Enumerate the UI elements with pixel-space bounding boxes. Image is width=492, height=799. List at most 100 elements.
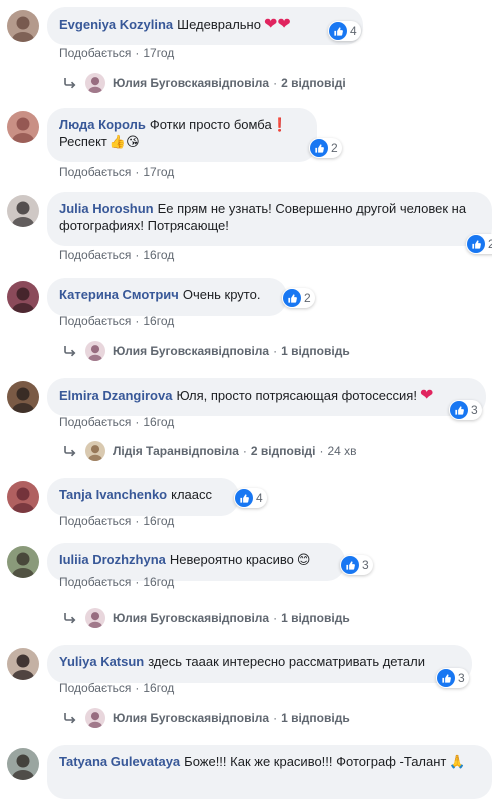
comment-author[interactable]: Tanja Ivanchenko bbox=[59, 487, 167, 502]
avatar[interactable] bbox=[7, 195, 39, 227]
reply-author[interactable]: Юлия Буговская bbox=[113, 611, 211, 625]
reaction-count[interactable]: 2 bbox=[309, 138, 342, 158]
meta-separator: · bbox=[135, 415, 140, 429]
replies-link[interactable]: Юлия Буговская відповіла · 1 відповідь bbox=[63, 607, 350, 629]
meta-separator: · bbox=[273, 76, 278, 90]
comment-bubble: Elmira Dzangirova Юля, просто потрясающая… bbox=[47, 378, 486, 416]
avatar[interactable] bbox=[7, 281, 39, 313]
like-reaction-icon bbox=[283, 289, 301, 307]
reply-verb[interactable]: відповіла bbox=[211, 344, 269, 358]
like-link[interactable]: Подобається bbox=[59, 681, 131, 695]
comment-time[interactable]: 16год bbox=[143, 681, 174, 695]
reaction-number: 4 bbox=[350, 24, 357, 38]
comment-text: Шедеврально bbox=[177, 17, 261, 32]
comment-meta: Подобається · 16год bbox=[59, 575, 174, 589]
reaction-count[interactable]: 3 bbox=[436, 668, 469, 688]
reply-verb[interactable]: відповіла bbox=[211, 611, 269, 625]
avatar[interactable] bbox=[7, 381, 39, 413]
comment-author[interactable]: Tatyana Gulevataya bbox=[59, 754, 180, 769]
comment-meta: Подобається · 16год bbox=[59, 314, 174, 328]
reply-verb[interactable]: відповіла bbox=[211, 711, 269, 725]
comment-meta: Подобається · 17год bbox=[59, 46, 174, 60]
like-link[interactable]: Подобається bbox=[59, 514, 131, 528]
reaction-count[interactable]: 26 bbox=[466, 234, 492, 254]
reaction-number: 4 bbox=[256, 491, 263, 505]
meta-separator: · bbox=[319, 444, 324, 458]
like-reaction-icon bbox=[467, 235, 485, 253]
emoji: 🙏 bbox=[449, 755, 466, 770]
comment-time[interactable]: 16год bbox=[143, 514, 174, 528]
meta-separator: · bbox=[273, 344, 278, 358]
like-link[interactable]: Подобається bbox=[59, 46, 131, 60]
comment-time[interactable]: 17год bbox=[143, 46, 174, 60]
like-link[interactable]: Подобається bbox=[59, 575, 131, 589]
comment-author[interactable]: Люда Король bbox=[59, 117, 146, 132]
comment-author[interactable]: Evgeniya Kozylina bbox=[59, 17, 173, 32]
comment-time[interactable]: 16год bbox=[143, 314, 174, 328]
reply-verb[interactable]: відповіла bbox=[211, 76, 269, 90]
reply-count[interactable]: 1 відповідь bbox=[281, 611, 350, 625]
reply-author[interactable]: Юлия Буговская bbox=[113, 76, 211, 90]
reply-avatar bbox=[85, 608, 105, 628]
avatar[interactable] bbox=[7, 111, 39, 143]
reply-verb[interactable]: відповіла bbox=[181, 444, 239, 458]
comment-time[interactable]: 16год bbox=[143, 248, 174, 262]
reaction-number: 3 bbox=[458, 671, 465, 685]
comment-author[interactable]: Yuliya Katsun bbox=[59, 654, 144, 669]
meta-separator: · bbox=[135, 46, 140, 60]
comment-time[interactable]: 16год bbox=[143, 575, 174, 589]
reply-age: 24 хв bbox=[327, 444, 357, 458]
reply-count[interactable]: 2 відповіді bbox=[281, 76, 346, 90]
like-link[interactable]: Подобається bbox=[59, 314, 131, 328]
comment-author[interactable]: Elmira Dzangirova bbox=[59, 388, 172, 403]
like-link[interactable]: Подобається bbox=[59, 165, 131, 179]
comment-meta: Подобається · 17год bbox=[59, 165, 174, 179]
reaction-number: 3 bbox=[471, 403, 478, 417]
like-reaction-icon bbox=[341, 556, 359, 574]
replies-link[interactable]: Лідія Таран відповіла · 2 відповіді · 24 хв bbox=[63, 440, 357, 462]
reaction-count[interactable]: 4 bbox=[328, 21, 361, 41]
reaction-count[interactable]: 3 bbox=[449, 400, 482, 420]
reply-author[interactable]: Юлия Буговская bbox=[113, 711, 211, 725]
like-link[interactable]: Подобається bbox=[59, 415, 131, 429]
comment-time[interactable]: 17год bbox=[143, 165, 174, 179]
like-link[interactable]: Подобається bbox=[59, 248, 131, 262]
meta-separator: · bbox=[273, 611, 278, 625]
reaction-count[interactable]: 2 bbox=[282, 288, 315, 308]
reply-count[interactable]: 1 відповідь bbox=[281, 344, 350, 358]
reaction-count[interactable]: 4 bbox=[234, 488, 267, 508]
reaction-number: 2 bbox=[331, 141, 338, 155]
heart-emoji: ❤❤ bbox=[263, 14, 291, 33]
comment-text-line2: Респект bbox=[59, 134, 107, 149]
comment-text: Очень круто. bbox=[182, 287, 261, 302]
comment-meta: Подобається · 16год bbox=[59, 248, 174, 262]
replies-link[interactable]: Юлия Буговская відповіла · 1 відповідь bbox=[63, 707, 350, 729]
avatar[interactable] bbox=[7, 748, 39, 780]
comment-text: Боже!!! Как же красиво!!! Фотограф -Тала… bbox=[184, 754, 447, 769]
comment-time[interactable]: 16год bbox=[143, 415, 174, 429]
comment-author[interactable]: Iuliia Drozhzhyna bbox=[59, 552, 166, 567]
reply-count[interactable]: 2 відповіді bbox=[251, 444, 316, 458]
comment-bubble: Tanja Ivanchenko клаасс bbox=[47, 478, 239, 516]
replies-link[interactable]: Юлия Буговская відповіла · 2 відповіді bbox=[63, 72, 346, 94]
like-reaction-icon bbox=[437, 669, 455, 687]
emoji: 👍😘 bbox=[109, 135, 140, 150]
avatar[interactable] bbox=[7, 546, 39, 578]
replies-link[interactable]: Юлия Буговская відповіла · 1 відповідь bbox=[63, 340, 350, 362]
reply-author[interactable]: Лідія Таран bbox=[113, 444, 181, 458]
reaction-count[interactable]: 3 bbox=[340, 555, 373, 575]
comment-author[interactable]: Julia Horoshun bbox=[59, 201, 154, 216]
like-reaction-icon bbox=[450, 401, 468, 419]
reaction-number: 2 bbox=[304, 291, 311, 305]
avatar[interactable] bbox=[7, 481, 39, 513]
avatar[interactable] bbox=[7, 10, 39, 42]
reply-count[interactable]: 1 відповідь bbox=[281, 711, 350, 725]
comment-text: здесь тааак интересно рассматривать дета… bbox=[148, 654, 425, 669]
reply-avatar bbox=[85, 708, 105, 728]
reply-author[interactable]: Юлия Буговская bbox=[113, 344, 211, 358]
comment-author[interactable]: Катерина Смотрич bbox=[59, 287, 179, 302]
avatar[interactable] bbox=[7, 648, 39, 680]
like-reaction-icon bbox=[329, 22, 347, 40]
meta-separator: · bbox=[135, 165, 140, 179]
comment-bubble: Yuliya Katsun здесь тааак интересно рассм… bbox=[47, 645, 472, 683]
